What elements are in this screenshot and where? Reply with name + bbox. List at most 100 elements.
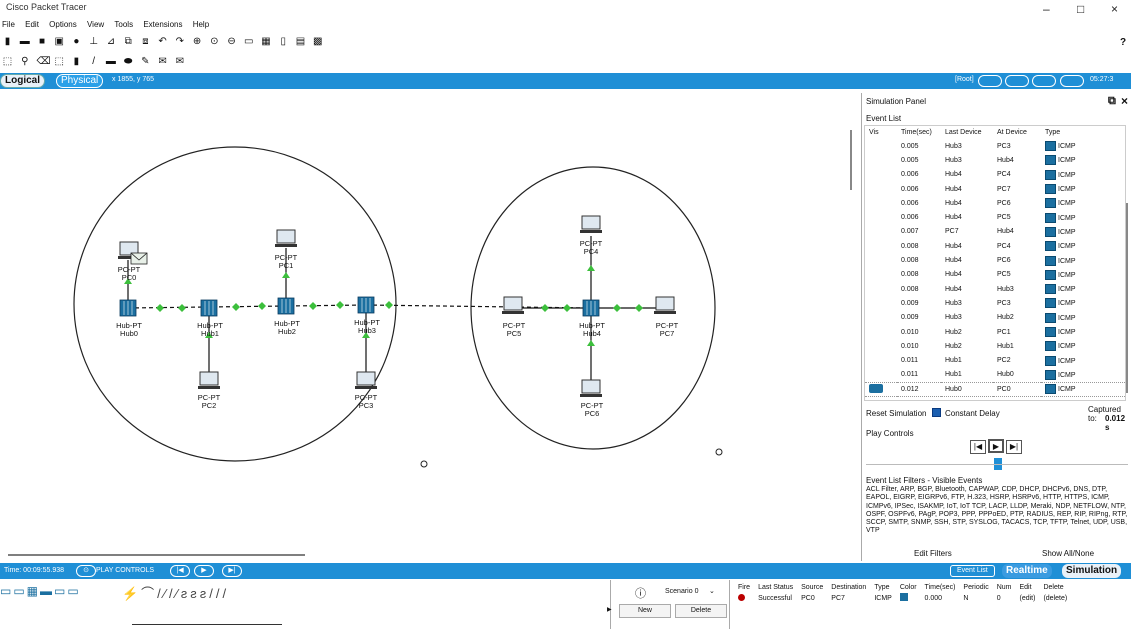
vis-cell[interactable] <box>865 153 897 167</box>
network-info-icon[interactable]: ⊿ <box>105 36 116 47</box>
event-row[interactable]: 0.011 Hub1 PC2 ICMP <box>865 353 1125 367</box>
vis-cell[interactable] <box>865 168 897 182</box>
zoom-reset-icon[interactable]: ⊙ <box>209 36 220 47</box>
rectangle-icon[interactable]: ▭ <box>243 36 254 47</box>
event-row[interactable]: 0.009 Hub3 PC3 ICMP <box>865 296 1125 310</box>
set-tiled-background-icon[interactable] <box>1032 75 1056 87</box>
copy-icon[interactable]: ⧉ <box>123 36 134 47</box>
vis-cell[interactable] <box>865 196 897 210</box>
image-icon[interactable]: ▩ <box>312 36 323 47</box>
minimize-button[interactable]: – <box>1043 2 1050 16</box>
device-template-icon[interactable]: ▯ <box>278 36 289 47</box>
pdu-delete-link[interactable]: (delete) <box>1039 592 1071 604</box>
paste-icon[interactable]: ⧈ <box>140 36 151 47</box>
ellipse-draw-icon[interactable]: ⬬ <box>123 56 134 67</box>
device-category-icons[interactable]: ▭▭▦▬▭▭ <box>0 584 81 598</box>
scenario-select[interactable]: Scenario 0 <box>665 588 698 595</box>
connection-type-icons[interactable]: ⚡⌒/⁄/⁄ƨƨƨ/// <box>122 583 229 602</box>
vis-cell[interactable] <box>865 311 897 325</box>
event-row[interactable]: 0.008 Hub4 Hub3 ICMP <box>865 282 1125 296</box>
reset-simulation-button[interactable]: Reset Simulation <box>866 409 926 418</box>
vis-cell[interactable] <box>865 210 897 224</box>
tab-physical[interactable]: Physical <box>56 74 104 88</box>
redo-icon[interactable]: ↷ <box>174 36 185 47</box>
open-folder-icon[interactable]: ▬ <box>19 36 30 47</box>
event-row[interactable]: 0.007 PC7 Hub4 ICMP <box>865 225 1125 239</box>
event-row[interactable]: 0.010 Hub2 Hub1 ICMP <box>865 339 1125 353</box>
line-draw-icon[interactable]: / <box>88 56 99 67</box>
menu-help[interactable]: Help <box>193 20 209 29</box>
bottom-back-icon[interactable]: |◀ <box>170 565 190 577</box>
delete-scenario-button[interactable]: Delete <box>675 604 727 618</box>
info-icon[interactable]: ● <box>71 36 82 47</box>
bottom-forward-icon[interactable]: ▶| <box>222 565 242 577</box>
inspect-icon[interactable]: ⚲ <box>19 56 30 67</box>
palette-scrollbar[interactable] <box>132 624 282 625</box>
vis-cell[interactable] <box>865 381 897 397</box>
vis-cell[interactable] <box>865 296 897 310</box>
logical-workspace[interactable]: Hub-PT Hub0 Hub-PT Hub1 Hub-PT Hub2 Hub-PT H… <box>0 90 855 560</box>
scenario-info-icon[interactable]: ⓘ <box>635 585 646 601</box>
event-row[interactable]: 0.009 Hub3 Hub2 ICMP <box>865 311 1125 325</box>
realtime-button[interactable]: Realtime <box>1002 564 1052 578</box>
note-icon[interactable]: ▮ <box>71 56 82 67</box>
pdu-edit-link[interactable]: (edit) <box>1015 592 1039 604</box>
event-row[interactable]: 0.010 Hub2 PC1 ICMP <box>865 325 1125 339</box>
vis-cell[interactable] <box>865 239 897 253</box>
select-icon[interactable]: ⬚ <box>2 56 13 67</box>
help-icon[interactable]: ? <box>1120 37 1126 48</box>
custom-device-icon[interactable]: ▤ <box>295 36 306 47</box>
back-icon[interactable]: |◀ <box>970 440 986 454</box>
menu-options[interactable]: Options <box>49 20 77 29</box>
play-icon[interactable]: ▶ <box>988 439 1004 453</box>
tab-logical[interactable]: Logical <box>0 74 46 88</box>
wizard-icon[interactable]: ⊥ <box>88 36 99 47</box>
menu-edit[interactable]: Edit <box>25 20 39 29</box>
vis-cell[interactable] <box>865 268 897 282</box>
complex-pdu-icon[interactable]: ✉ <box>174 56 185 67</box>
undock-icon[interactable]: ⧉ <box>1108 95 1116 108</box>
vis-cell[interactable] <box>865 253 897 267</box>
event-row[interactable]: 0.008 Hub4 PC4 ICMP <box>865 239 1125 253</box>
event-list-button[interactable]: Event List <box>950 565 995 577</box>
event-row[interactable]: 0.006 Hub4 PC4 ICMP <box>865 168 1125 182</box>
event-row[interactable]: 0.006 Hub4 PC5 ICMP <box>865 210 1125 224</box>
pdu-row[interactable]: Successful PC0 PC7 ICMP 0.000 N 0 (edit)… <box>734 592 1071 604</box>
forward-icon[interactable]: ▶| <box>1006 440 1022 454</box>
panel-close-icon[interactable]: × <box>1121 94 1128 108</box>
undo-icon[interactable]: ↶ <box>157 36 168 47</box>
move-object-icon[interactable] <box>1005 75 1029 87</box>
menu-tools[interactable]: Tools <box>114 20 133 29</box>
menu-extensions[interactable]: Extensions <box>143 20 182 29</box>
save-icon[interactable]: ■ <box>36 36 47 47</box>
event-row[interactable]: 0.006 Hub4 PC6 ICMP <box>865 196 1125 210</box>
close-button[interactable]: × <box>1111 2 1118 16</box>
viewport-icon[interactable] <box>1060 75 1084 87</box>
constant-delay-checkbox[interactable] <box>932 408 941 417</box>
menu-file[interactable]: File <box>2 20 15 29</box>
show-all-none-button[interactable]: Show All/None <box>1042 549 1094 558</box>
maximize-button[interactable]: □ <box>1077 2 1084 16</box>
menu-view[interactable]: View <box>87 20 104 29</box>
zoom-in-icon[interactable]: ⊕ <box>192 36 203 47</box>
event-row[interactable]: 0.008 Hub4 PC5 ICMP <box>865 268 1125 282</box>
add-pdu-icon[interactable]: ✉ <box>157 56 168 67</box>
vis-cell[interactable] <box>865 139 897 153</box>
vis-cell[interactable] <box>865 325 897 339</box>
zoom-out-icon[interactable]: ⊖ <box>226 36 237 47</box>
new-scenario-button[interactable]: New <box>619 604 671 618</box>
vis-cell[interactable] <box>865 368 897 382</box>
event-row[interactable]: 0.008 Hub4 PC6 ICMP <box>865 253 1125 267</box>
vis-cell[interactable] <box>865 353 897 367</box>
new-cluster-button[interactable] <box>978 75 1002 87</box>
event-row[interactable]: 0.005 Hub3 PC3 ICMP <box>865 139 1125 153</box>
print-icon[interactable]: ▣ <box>54 36 65 47</box>
palette-icon[interactable]: ▦ <box>261 36 272 47</box>
power-cycle-icon[interactable]: ⊙ <box>76 565 96 577</box>
vis-cell[interactable] <box>865 282 897 296</box>
eye-icon[interactable] <box>869 383 883 393</box>
simulation-button[interactable]: Simulation <box>1062 564 1122 578</box>
root-breadcrumb[interactable]: [Root] <box>955 76 974 83</box>
event-row[interactable]: 0.011 Hub1 Hub0 ICMP <box>865 368 1125 382</box>
bottom-play-icon[interactable]: ▶ <box>194 565 214 577</box>
